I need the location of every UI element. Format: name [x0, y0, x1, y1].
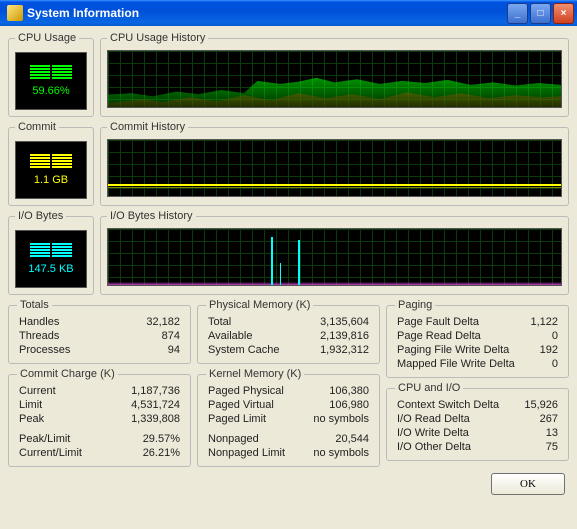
- pm-avail-value: 2,139,816: [320, 329, 369, 343]
- close-button[interactable]: ×: [553, 3, 574, 24]
- commit-meter: 1.1 GB: [15, 141, 87, 199]
- pm-total-value: 3,135,604: [320, 315, 369, 329]
- km-pl-value: no symbols: [313, 412, 369, 426]
- commit-legend: Commit: [15, 121, 59, 133]
- content-area: CPU Usage 59.66% CPU Usage History Commi…: [0, 26, 577, 503]
- cc-limit-label: Limit: [19, 398, 42, 412]
- cc-peak-value: 1,339,808: [131, 412, 180, 426]
- km-npl-value: no symbols: [313, 446, 369, 460]
- ci-io-value: 75: [546, 440, 558, 454]
- cc-current-limit-label: Current/Limit: [19, 446, 82, 460]
- km-np-value: 20,544: [335, 432, 369, 446]
- ci-iw-value: 13: [546, 426, 558, 440]
- io-box: I/O Bytes 147.5 KB: [8, 210, 94, 295]
- io-history-box: I/O Bytes History: [100, 210, 569, 295]
- io-meter: 147.5 KB: [15, 230, 87, 288]
- km-pv-label: Paged Virtual: [208, 398, 274, 412]
- minimize-button[interactable]: _: [507, 3, 528, 24]
- totals-group: Totals Handles 32,182 Threads 874 Processe…: [8, 299, 191, 364]
- cc-peak-limit-label: Peak/Limit: [19, 432, 70, 446]
- cpu-usage-box: CPU Usage 59.66%: [8, 32, 94, 117]
- handles-value: 32,182: [146, 315, 180, 329]
- io-history-legend: I/O Bytes History: [107, 210, 196, 222]
- pm-avail-label: Available: [208, 329, 252, 343]
- app-icon: [7, 5, 23, 21]
- km-pp-label: Paged Physical: [208, 384, 284, 398]
- cpu-history-legend: CPU Usage History: [107, 32, 208, 44]
- commit-box: Commit 1.1 GB: [8, 121, 94, 206]
- io-legend: I/O Bytes: [15, 210, 66, 222]
- titlebar[interactable]: System Information _ □ ×: [0, 0, 577, 26]
- physical-legend: Physical Memory (K): [206, 299, 313, 311]
- physical-memory-group: Physical Memory (K) Total 3,135,604 Avail…: [197, 299, 380, 364]
- pg-pfw-value: 192: [540, 343, 558, 357]
- kernel-memory-group: Kernel Memory (K) Paged Physical106,380 …: [197, 368, 380, 467]
- pg-mfw-label: Mapped File Write Delta: [397, 357, 515, 371]
- cpu-value: 59.66%: [32, 85, 69, 97]
- cpu-meter: 59.66%: [15, 52, 87, 110]
- commit-charge-group: Commit Charge (K) Current 1,187,736 Limit…: [8, 368, 191, 467]
- pg-pf-value: 1,122: [530, 315, 558, 329]
- handles-label: Handles: [19, 315, 59, 329]
- ci-ir-label: I/O Read Delta: [397, 412, 470, 426]
- threads-value: 874: [162, 329, 180, 343]
- pg-pr-value: 0: [552, 329, 558, 343]
- ci-ir-value: 267: [540, 412, 558, 426]
- pm-cache-label: System Cache: [208, 343, 280, 357]
- commit-history-graph: [107, 139, 562, 197]
- commit-history-legend: Commit History: [107, 121, 188, 133]
- cc-limit-value: 4,531,724: [131, 398, 180, 412]
- pg-pr-label: Page Read Delta: [397, 329, 481, 343]
- cpu-history-graph: [107, 50, 562, 108]
- cc-current-value: 1,187,736: [131, 384, 180, 398]
- paging-legend: Paging: [395, 299, 435, 311]
- ci-io-label: I/O Other Delta: [397, 440, 471, 454]
- cpu-usage-legend: CPU Usage: [15, 32, 79, 44]
- io-history-graph: [107, 228, 562, 286]
- km-pp-value: 106,380: [329, 384, 369, 398]
- cc-current-label: Current: [19, 384, 56, 398]
- processes-value: 94: [168, 343, 180, 357]
- window-title: System Information: [27, 6, 507, 20]
- cc-current-limit-value: 26.21%: [143, 446, 180, 460]
- kernel-legend: Kernel Memory (K): [206, 368, 304, 380]
- cc-peak-limit-value: 29.57%: [143, 432, 180, 446]
- commit-value: 1.1 GB: [34, 174, 68, 186]
- km-pl-label: Paged Limit: [208, 412, 266, 426]
- commit-history-box: Commit History: [100, 121, 569, 206]
- pg-pfw-label: Paging File Write Delta: [397, 343, 509, 357]
- ci-cs-label: Context Switch Delta: [397, 398, 499, 412]
- totals-legend: Totals: [17, 299, 52, 311]
- processes-label: Processes: [19, 343, 70, 357]
- km-pv-value: 106,980: [329, 398, 369, 412]
- km-npl-label: Nonpaged Limit: [208, 446, 285, 460]
- pm-total-label: Total: [208, 315, 231, 329]
- pg-mfw-value: 0: [552, 357, 558, 371]
- ci-cs-value: 15,926: [524, 398, 558, 412]
- paging-group: Paging Page Fault Delta 1,122 Page Read D…: [386, 299, 569, 378]
- cpu-history-box: CPU Usage History: [100, 32, 569, 117]
- threads-label: Threads: [19, 329, 59, 343]
- cpu-io-group: CPU and I/O Context Switch Delta 15,926 I…: [386, 382, 569, 461]
- ci-iw-label: I/O Write Delta: [397, 426, 469, 440]
- maximize-button[interactable]: □: [530, 3, 551, 24]
- io-value: 147.5 KB: [28, 263, 73, 275]
- cc-peak-label: Peak: [19, 412, 44, 426]
- pm-cache-value: 1,932,312: [320, 343, 369, 357]
- km-np-label: Nonpaged: [208, 432, 259, 446]
- ok-button[interactable]: OK: [491, 473, 565, 495]
- commit-charge-legend: Commit Charge (K): [17, 368, 118, 380]
- pg-pf-label: Page Fault Delta: [397, 315, 479, 329]
- cpuio-legend: CPU and I/O: [395, 382, 463, 394]
